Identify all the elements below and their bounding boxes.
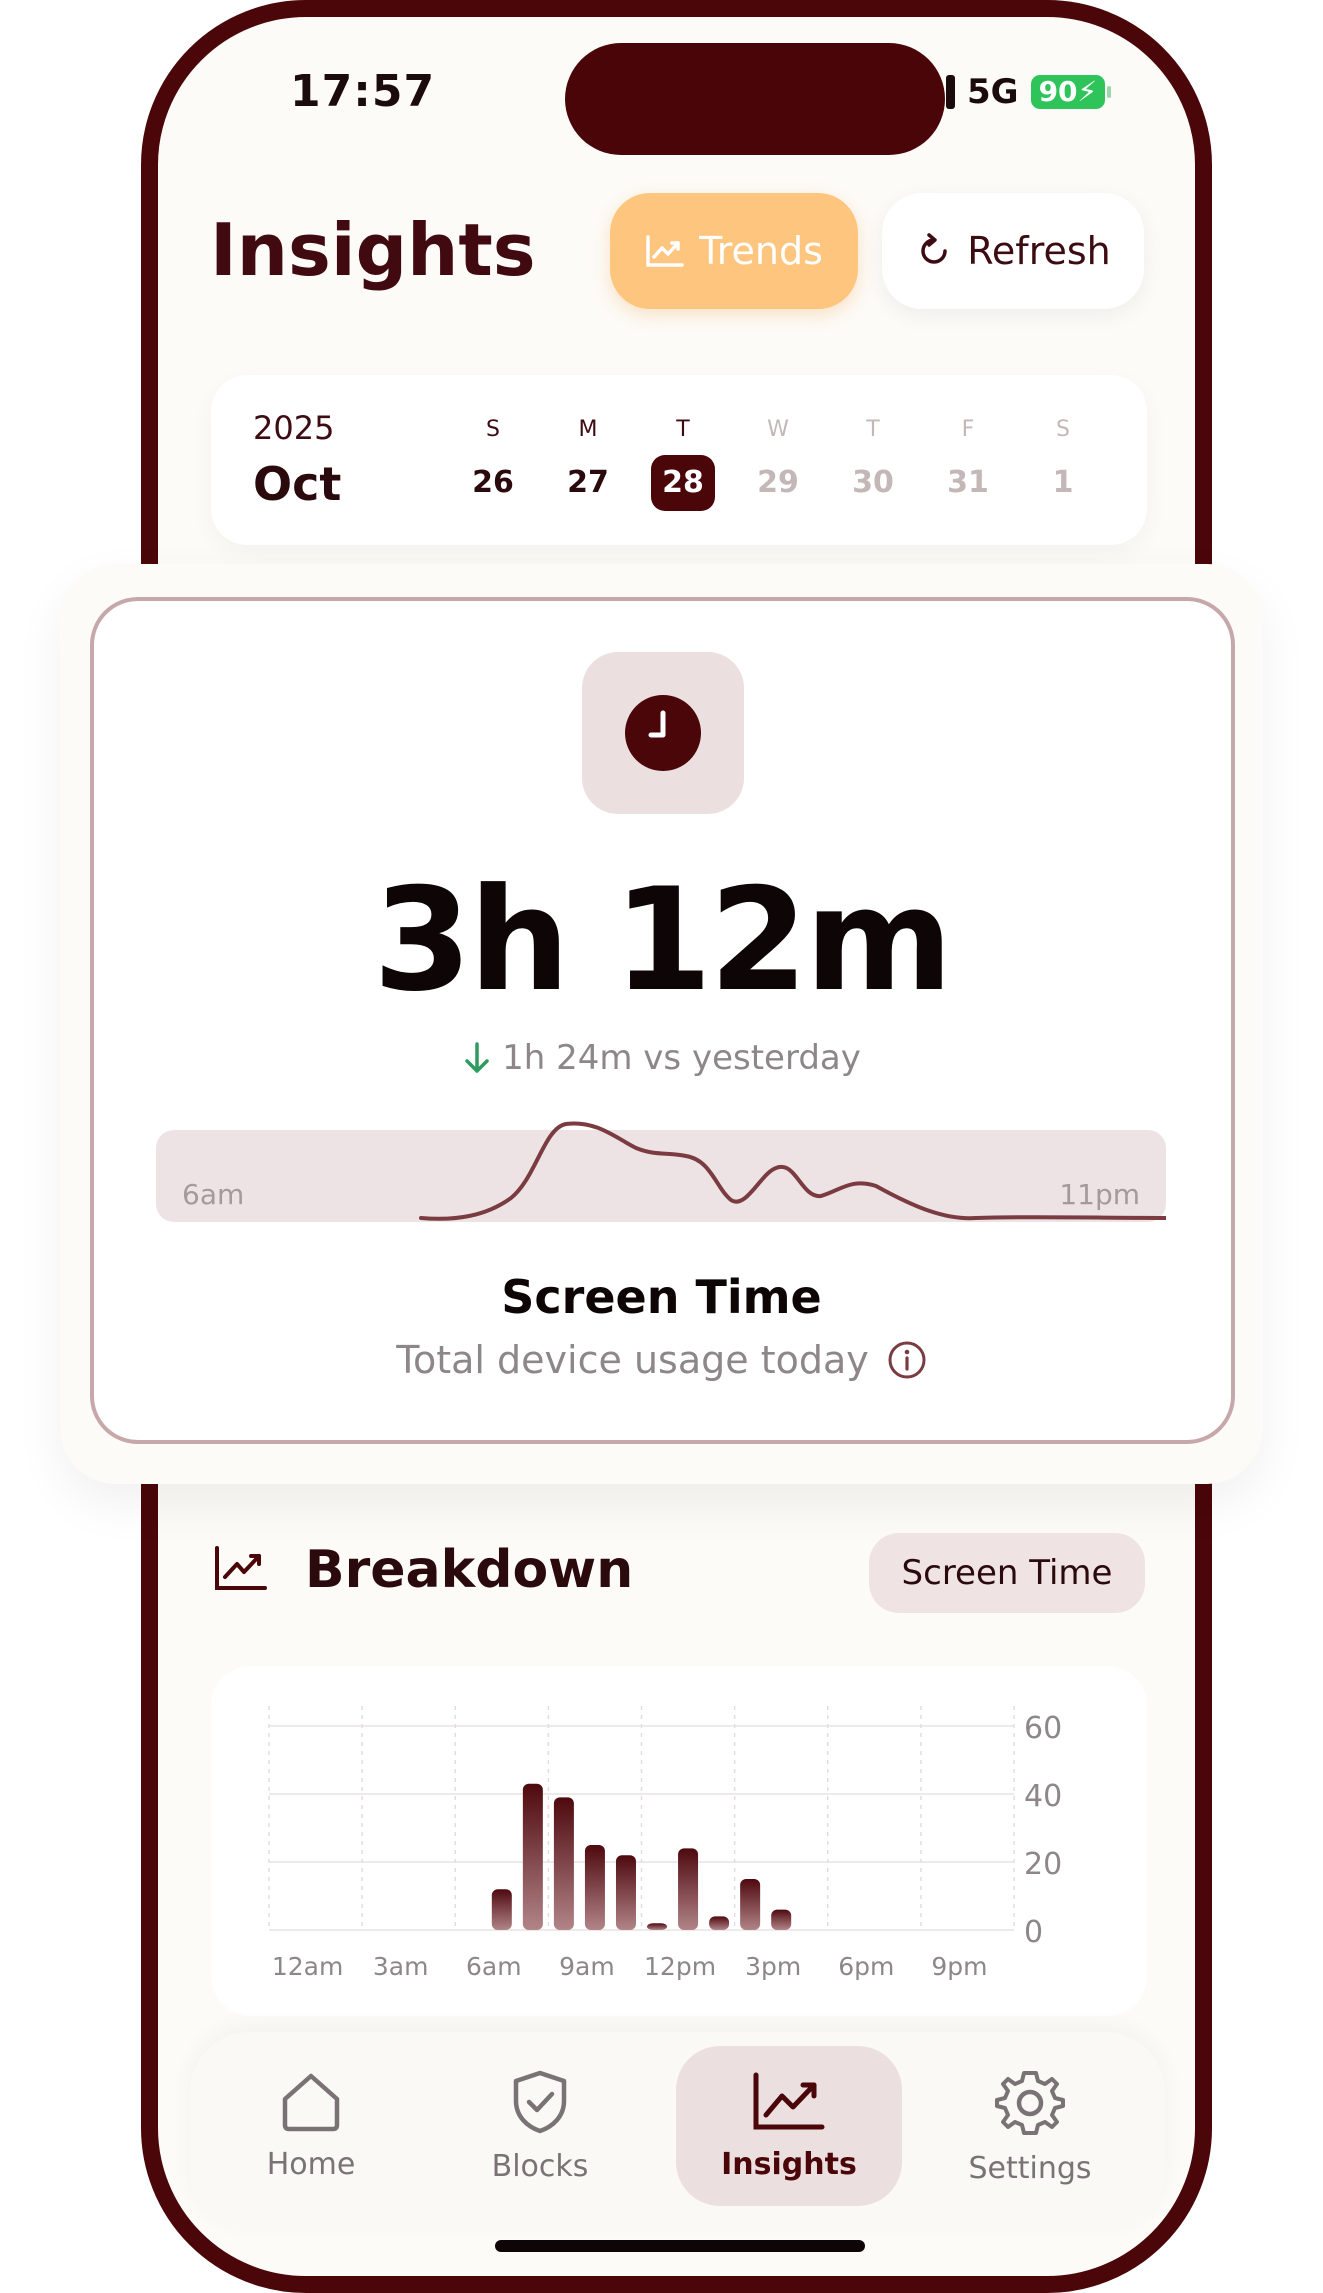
dynamic-island (565, 43, 945, 155)
bar (647, 1923, 668, 1930)
x-tick-label: 12pm (644, 1952, 716, 1981)
tab-label: Home (266, 2146, 356, 2182)
battery-icon: 90⚡ (1030, 75, 1106, 109)
day-cell: W 29 (746, 417, 810, 511)
x-tick-label: 6pm (838, 1952, 894, 1981)
screen-time-value: 3h 12m (373, 858, 953, 1023)
delta-text: 1h 24m vs yesterday (502, 1038, 861, 1078)
refresh-label: Refresh (967, 229, 1111, 273)
y-tick-label: 20 (1024, 1847, 1062, 1882)
day-number: 30 (852, 465, 894, 500)
tab-label: Blocks (491, 2148, 589, 2184)
breakdown-title: Breakdown (305, 1540, 634, 1600)
bar (678, 1848, 699, 1930)
y-tick-label: 0 (1024, 1915, 1043, 1950)
y-tick-label: 40 (1024, 1779, 1062, 1814)
day-number: 31 (947, 465, 989, 500)
card-title: Screen Time (501, 1270, 822, 1324)
tab-blocks[interactable]: Blocks (427, 2046, 653, 2206)
day-number: 28 (651, 455, 715, 511)
tab-settings[interactable]: Settings (917, 2046, 1143, 2206)
x-tick-label: 6am (466, 1952, 522, 1981)
clock-icon (625, 695, 701, 771)
day-letter: M (578, 417, 598, 442)
info-icon[interactable] (887, 1340, 927, 1380)
day-cell: F 31 (936, 417, 1000, 511)
arrow-down-icon (465, 1042, 489, 1073)
calendar-month: Oct (253, 457, 342, 511)
x-tick-label: 3am (373, 1952, 429, 1981)
card-subtitle: Total device usage today (396, 1338, 869, 1382)
sparkline-svg (419, 1121, 1166, 1221)
bar (771, 1909, 792, 1930)
bar (709, 1916, 730, 1930)
day-letter: S (1056, 417, 1070, 442)
metric-selector[interactable]: Screen Time (869, 1533, 1145, 1613)
status-time: 17:57 (290, 66, 436, 117)
sparkline-path (419, 1121, 1166, 1221)
trends-label: Trends (699, 229, 823, 273)
day-number: 26 (472, 465, 514, 500)
battery-tip (1107, 86, 1112, 98)
trend-chart-icon (646, 235, 684, 267)
refresh-icon (921, 233, 947, 264)
week-calendar: 2025 Oct S 26 M 27 T 28 W 29 T 30 F 31 S1 (211, 375, 1147, 545)
chart-line-icon (215, 1546, 267, 1590)
network-type: 5G (967, 72, 1019, 112)
status-right: 5G 90⚡ (946, 72, 1112, 112)
calendar-year: 2025 (253, 409, 335, 447)
breakdown-chart-card: 0 20 40 60 12am 3am 6am 9am 12pm 3pm 6pm 9pm (211, 1666, 1147, 2016)
gear-icon (995, 2070, 1065, 2135)
day-letter: T (866, 417, 880, 442)
tab-label: Insights (721, 2146, 857, 2182)
tab-bar: Home Blocks Insights Settings (190, 2032, 1165, 2230)
shield-check-icon (513, 2070, 567, 2133)
day-letter: W (767, 417, 789, 442)
home-indicator (495, 2240, 865, 2252)
bar (615, 1855, 636, 1930)
bar (491, 1889, 512, 1930)
day-cell: S1 (1031, 417, 1095, 511)
day-cell-selected[interactable]: T 28 (651, 417, 715, 511)
day-letter: T (676, 417, 690, 442)
day-number: 29 (757, 465, 799, 500)
x-tick-label: 9am (559, 1952, 615, 1981)
day-number: 1 (1052, 465, 1074, 500)
bar (740, 1879, 761, 1930)
refresh-button[interactable]: Refresh (882, 193, 1144, 309)
clock-tile (582, 652, 744, 814)
day-cell[interactable]: M 27 (556, 417, 620, 511)
x-tick-label: 3pm (745, 1952, 801, 1981)
tab-label: Settings (968, 2150, 1092, 2186)
day-number: 27 (567, 465, 609, 500)
x-tick-label: 12am (272, 1952, 343, 1981)
card-subtitle-row: Total device usage today (0, 1338, 1323, 1382)
x-tick-label: 9pm (931, 1952, 987, 1981)
usage-sparkline: 6am 11pm (156, 1118, 1166, 1228)
y-tick-label: 60 (1024, 1711, 1062, 1746)
day-letter: S (486, 417, 500, 442)
signal-icon (946, 75, 955, 109)
bar (584, 1845, 605, 1930)
day-cell[interactable]: S 26 (461, 417, 525, 511)
home-icon (282, 2073, 340, 2131)
tab-insights[interactable]: Insights (676, 2046, 902, 2206)
day-cell: T 30 (841, 417, 905, 511)
trends-button[interactable]: Trends (610, 193, 858, 309)
battery-level: 90 (1038, 75, 1078, 108)
bar (522, 1783, 543, 1930)
breakdown-bar-chart: 0 20 40 60 12am 3am 6am 9am 12pm 3pm 6pm 9pm (268, 1706, 1062, 1981)
day-letter: F (961, 417, 975, 442)
page-title: Insights (210, 208, 536, 292)
tab-home[interactable]: Home (198, 2046, 424, 2206)
chart-line-icon (753, 2072, 825, 2129)
delta-row: 1h 24m vs yesterday (0, 1038, 1323, 1078)
bar (553, 1797, 574, 1930)
